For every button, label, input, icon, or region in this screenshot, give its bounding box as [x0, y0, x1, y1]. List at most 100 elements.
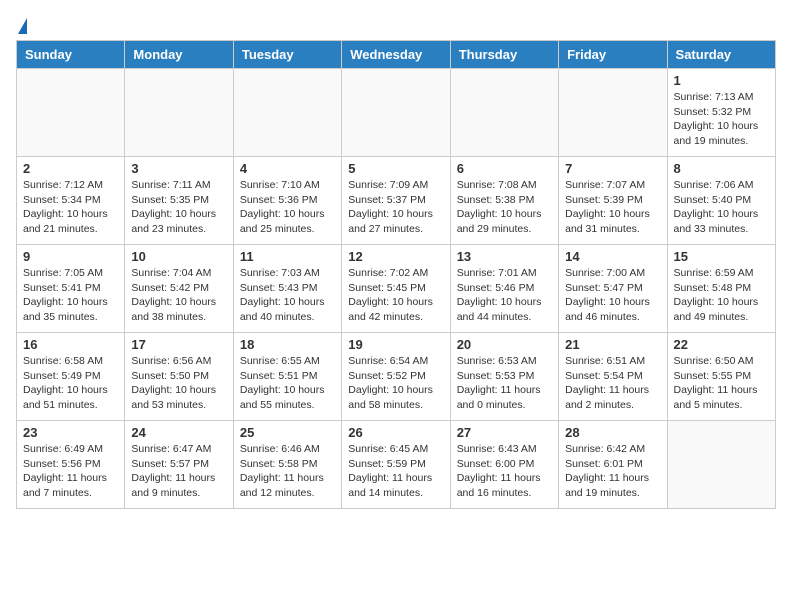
calendar-body: 1 Sunrise: 7:13 AM Sunset: 5:32 PM Daylig… — [17, 69, 776, 509]
day-number: 6 — [457, 161, 552, 176]
calendar-cell: 26 Sunrise: 6:45 AM Sunset: 5:59 PM Dayli… — [342, 421, 450, 509]
day-info: Sunrise: 7:07 AM Sunset: 5:39 PM Dayligh… — [565, 178, 660, 237]
day-number: 25 — [240, 425, 335, 440]
day-info: Sunrise: 6:46 AM Sunset: 5:58 PM Dayligh… — [240, 442, 335, 501]
calendar-week-4: 16 Sunrise: 6:58 AM Sunset: 5:49 PM Dayli… — [17, 333, 776, 421]
day-number: 21 — [565, 337, 660, 352]
day-info: Sunrise: 6:45 AM Sunset: 5:59 PM Dayligh… — [348, 442, 443, 501]
calendar-cell: 17 Sunrise: 6:56 AM Sunset: 5:50 PM Dayli… — [125, 333, 233, 421]
day-info: Sunrise: 7:12 AM Sunset: 5:34 PM Dayligh… — [23, 178, 118, 237]
day-info: Sunrise: 6:51 AM Sunset: 5:54 PM Dayligh… — [565, 354, 660, 413]
calendar-cell: 27Sunrise: 6:43 AM Sunset: 6:00 PM Dayli… — [450, 421, 558, 509]
day-info: Sunrise: 7:02 AM Sunset: 5:45 PM Dayligh… — [348, 266, 443, 325]
day-header-monday: Monday — [125, 41, 233, 69]
calendar-cell: 7 Sunrise: 7:07 AM Sunset: 5:39 PM Daylig… — [559, 157, 667, 245]
day-info: Sunrise: 6:54 AM Sunset: 5:52 PM Dayligh… — [348, 354, 443, 413]
day-number: 26 — [348, 425, 443, 440]
day-header-wednesday: Wednesday — [342, 41, 450, 69]
day-number: 28 — [565, 425, 660, 440]
calendar-cell — [559, 69, 667, 157]
calendar-cell: 5 Sunrise: 7:09 AM Sunset: 5:37 PM Daylig… — [342, 157, 450, 245]
day-number: 7 — [565, 161, 660, 176]
calendar-cell: 1 Sunrise: 7:13 AM Sunset: 5:32 PM Daylig… — [667, 69, 775, 157]
calendar-header-row: SundayMondayTuesdayWednesdayThursdayFrid… — [17, 41, 776, 69]
calendar-cell: 24 Sunrise: 6:47 AM Sunset: 5:57 PM Dayli… — [125, 421, 233, 509]
day-number: 24 — [131, 425, 226, 440]
day-number: 4 — [240, 161, 335, 176]
day-number: 11 — [240, 249, 335, 264]
day-info: Sunrise: 6:55 AM Sunset: 5:51 PM Dayligh… — [240, 354, 335, 413]
day-info: Sunrise: 6:58 AM Sunset: 5:49 PM Dayligh… — [23, 354, 118, 413]
page-header — [16, 16, 776, 32]
day-info: Sunrise: 6:56 AM Sunset: 5:50 PM Dayligh… — [131, 354, 226, 413]
day-info: Sunrise: 7:11 AM Sunset: 5:35 PM Dayligh… — [131, 178, 226, 237]
calendar-table: SundayMondayTuesdayWednesdayThursdayFrid… — [16, 40, 776, 509]
calendar-cell: 11 Sunrise: 7:03 AM Sunset: 5:43 PM Dayli… — [233, 245, 341, 333]
calendar-cell: 20 Sunrise: 6:53 AM Sunset: 5:53 PM Dayli… — [450, 333, 558, 421]
calendar-cell: 15 Sunrise: 6:59 AM Sunset: 5:48 PM Dayli… — [667, 245, 775, 333]
calendar-cell — [667, 421, 775, 509]
day-number: 1 — [674, 73, 769, 88]
calendar-cell: 23 Sunrise: 6:49 AM Sunset: 5:56 PM Dayli… — [17, 421, 125, 509]
day-info: Sunrise: 6:47 AM Sunset: 5:57 PM Dayligh… — [131, 442, 226, 501]
day-info: Sunrise: 6:42 AM Sunset: 6:01 PM Dayligh… — [565, 442, 660, 501]
day-number: 12 — [348, 249, 443, 264]
calendar-cell: 22 Sunrise: 6:50 AM Sunset: 5:55 PM Dayli… — [667, 333, 775, 421]
day-number: 8 — [674, 161, 769, 176]
day-header-friday: Friday — [559, 41, 667, 69]
calendar-week-2: 2 Sunrise: 7:12 AM Sunset: 5:34 PM Daylig… — [17, 157, 776, 245]
day-info: Sunrise: 7:01 AM Sunset: 5:46 PM Dayligh… — [457, 266, 552, 325]
day-number: 17 — [131, 337, 226, 352]
day-info: Sunrise: 7:04 AM Sunset: 5:42 PM Dayligh… — [131, 266, 226, 325]
calendar-week-1: 1 Sunrise: 7:13 AM Sunset: 5:32 PM Daylig… — [17, 69, 776, 157]
day-info: Sunrise: 7:00 AM Sunset: 5:47 PM Dayligh… — [565, 266, 660, 325]
calendar-cell — [342, 69, 450, 157]
calendar-cell: 12 Sunrise: 7:02 AM Sunset: 5:45 PM Dayli… — [342, 245, 450, 333]
calendar-cell — [17, 69, 125, 157]
day-info: Sunrise: 7:09 AM Sunset: 5:37 PM Dayligh… — [348, 178, 443, 237]
day-number: 15 — [674, 249, 769, 264]
day-number: 20 — [457, 337, 552, 352]
logo-triangle-icon — [18, 18, 27, 34]
calendar-week-5: 23 Sunrise: 6:49 AM Sunset: 5:56 PM Dayli… — [17, 421, 776, 509]
day-number: 9 — [23, 249, 118, 264]
day-number: 10 — [131, 249, 226, 264]
day-number: 5 — [348, 161, 443, 176]
day-info: Sunrise: 6:53 AM Sunset: 5:53 PM Dayligh… — [457, 354, 552, 413]
day-info: Sunrise: 6:43 AM Sunset: 6:00 PM Dayligh… — [457, 442, 552, 501]
day-number: 2 — [23, 161, 118, 176]
day-header-sunday: Sunday — [17, 41, 125, 69]
calendar-cell: 6 Sunrise: 7:08 AM Sunset: 5:38 PM Daylig… — [450, 157, 558, 245]
calendar-cell: 21 Sunrise: 6:51 AM Sunset: 5:54 PM Dayli… — [559, 333, 667, 421]
calendar-cell: 8 Sunrise: 7:06 AM Sunset: 5:40 PM Daylig… — [667, 157, 775, 245]
day-number: 14 — [565, 249, 660, 264]
day-info: Sunrise: 6:59 AM Sunset: 5:48 PM Dayligh… — [674, 266, 769, 325]
calendar-cell — [233, 69, 341, 157]
day-info: Sunrise: 7:13 AM Sunset: 5:32 PM Dayligh… — [674, 90, 769, 149]
day-info: Sunrise: 7:03 AM Sunset: 5:43 PM Dayligh… — [240, 266, 335, 325]
day-number: 19 — [348, 337, 443, 352]
calendar-cell: 3 Sunrise: 7:11 AM Sunset: 5:35 PM Daylig… — [125, 157, 233, 245]
day-info: Sunrise: 7:06 AM Sunset: 5:40 PM Dayligh… — [674, 178, 769, 237]
day-number: 13 — [457, 249, 552, 264]
calendar-cell: 16 Sunrise: 6:58 AM Sunset: 5:49 PM Dayli… — [17, 333, 125, 421]
calendar-cell: 9Sunrise: 7:05 AM Sunset: 5:41 PM Daylig… — [17, 245, 125, 333]
day-number: 3 — [131, 161, 226, 176]
calendar-cell: 28 Sunrise: 6:42 AM Sunset: 6:01 PM Dayli… — [559, 421, 667, 509]
calendar-cell: 25 Sunrise: 6:46 AM Sunset: 5:58 PM Dayli… — [233, 421, 341, 509]
day-number: 16 — [23, 337, 118, 352]
calendar-cell: 18Sunrise: 6:55 AM Sunset: 5:51 PM Dayli… — [233, 333, 341, 421]
day-info: Sunrise: 7:08 AM Sunset: 5:38 PM Dayligh… — [457, 178, 552, 237]
calendar-cell: 2 Sunrise: 7:12 AM Sunset: 5:34 PM Daylig… — [17, 157, 125, 245]
day-number: 22 — [674, 337, 769, 352]
day-header-thursday: Thursday — [450, 41, 558, 69]
calendar-cell: 19 Sunrise: 6:54 AM Sunset: 5:52 PM Dayli… — [342, 333, 450, 421]
day-number: 23 — [23, 425, 118, 440]
calendar-cell: 14 Sunrise: 7:00 AM Sunset: 5:47 PM Dayli… — [559, 245, 667, 333]
day-info: Sunrise: 6:49 AM Sunset: 5:56 PM Dayligh… — [23, 442, 118, 501]
logo — [16, 16, 27, 32]
day-header-tuesday: Tuesday — [233, 41, 341, 69]
calendar-cell: 10 Sunrise: 7:04 AM Sunset: 5:42 PM Dayli… — [125, 245, 233, 333]
day-info: Sunrise: 6:50 AM Sunset: 5:55 PM Dayligh… — [674, 354, 769, 413]
calendar-week-3: 9Sunrise: 7:05 AM Sunset: 5:41 PM Daylig… — [17, 245, 776, 333]
